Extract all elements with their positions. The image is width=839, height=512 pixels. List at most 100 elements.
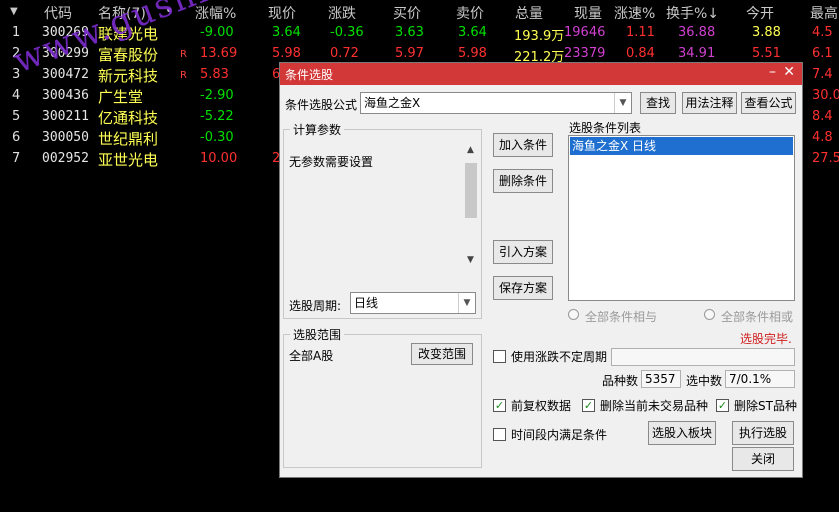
- col-header-cur-volume[interactable]: 现量: [574, 3, 602, 23]
- high-price: 4.5: [812, 25, 833, 40]
- row-index: 7: [12, 151, 21, 166]
- chevron-down-icon[interactable]: ▼: [614, 93, 631, 113]
- speed: 1.11: [626, 25, 655, 40]
- stock-name: 世纪鼎利: [98, 130, 159, 148]
- margin-flag: R: [180, 70, 187, 81]
- table-row[interactable]: 1 300269 联建光电 -9.00 3.64 -0.36 3.63 3.64…: [0, 23, 839, 44]
- change-range-button[interactable]: 改变范围: [411, 343, 473, 365]
- volume: 193.9万: [514, 29, 565, 44]
- col-header-price[interactable]: 现价: [268, 3, 296, 23]
- import-plan-button[interactable]: 引入方案: [493, 240, 553, 264]
- remove-st-checkbox[interactable]: ✓: [716, 399, 729, 412]
- range-group: 选股范围 全部A股 改变范围: [283, 326, 482, 468]
- scroll-down-icon[interactable]: ▼: [467, 255, 474, 265]
- variable-period-checkbox[interactable]: [493, 350, 506, 363]
- radio-and[interactable]: [568, 309, 579, 320]
- high-price: 7.4: [812, 67, 833, 82]
- col-header-high[interactable]: 最高: [810, 3, 838, 23]
- view-formula-button[interactable]: 查看公式: [741, 92, 796, 114]
- change-pct: -0.30: [200, 130, 234, 145]
- price: 3.64: [272, 25, 301, 40]
- change-pct: -2.90: [200, 88, 234, 103]
- turnover: 34.91: [678, 46, 716, 61]
- status-text: 选股完毕.: [740, 332, 792, 346]
- col-header-sell[interactable]: 卖价: [456, 3, 484, 23]
- col-header-volume[interactable]: 总量: [515, 3, 543, 23]
- variable-period-input[interactable]: [611, 348, 795, 366]
- col-header-change[interactable]: 涨跌: [328, 3, 356, 23]
- stock-name: 亿通科技: [98, 109, 159, 127]
- stock-name: 新元科技: [98, 67, 159, 85]
- forward-adjust-label: 前复权数据: [511, 399, 572, 413]
- params-group: 计算参数 无参数需要设置 ▲ ▼ 选股周期: 日线 ▼: [283, 121, 482, 319]
- dialog-title-bar[interactable]: 条件选股 – ✕: [280, 63, 802, 85]
- add-condition-button[interactable]: 加入条件: [493, 133, 553, 157]
- chevron-down-icon[interactable]: ▼: [458, 293, 475, 313]
- change: 0.72: [330, 46, 359, 61]
- stock-code: 300269: [42, 25, 89, 40]
- col-header-buy[interactable]: 买价: [393, 3, 421, 23]
- open-price: 5.51: [752, 46, 781, 61]
- row-index: 5: [12, 109, 21, 124]
- params-title: 计算参数: [290, 121, 345, 138]
- forward-adjust-checkbox[interactable]: ✓: [493, 399, 506, 412]
- remove-st-label: 删除ST品种: [734, 399, 797, 413]
- stock-code: 300211: [42, 109, 89, 124]
- current-volume: 23379: [564, 46, 606, 61]
- remove-untraded-label: 删除当前未交易品种: [600, 399, 709, 413]
- formula-select[interactable]: 海鱼之金X ▼: [360, 92, 632, 114]
- count-value: 5357: [641, 370, 681, 388]
- close-button[interactable]: 关闭: [732, 447, 794, 471]
- time-range-label: 时间段内满足条件: [511, 428, 608, 442]
- time-range-checkbox[interactable]: [493, 428, 506, 441]
- col-header-name[interactable]: 名称(7): [98, 3, 146, 23]
- save-plan-button[interactable]: 保存方案: [493, 276, 553, 300]
- close-icon[interactable]: ✕: [783, 64, 795, 80]
- scroll-thumb[interactable]: [465, 163, 477, 218]
- delete-condition-button[interactable]: 删除条件: [493, 169, 553, 193]
- current-volume: 19646: [564, 25, 606, 40]
- remove-untraded-checkbox[interactable]: ✓: [582, 399, 595, 412]
- stock-name: 亚世光电: [98, 151, 159, 169]
- change-pct: 10.00: [200, 151, 238, 166]
- row-index: 6: [12, 130, 21, 145]
- col-header-speed[interactable]: 涨速%: [614, 3, 655, 23]
- scroll-up-icon[interactable]: ▲: [467, 145, 474, 155]
- stock-code: 300436: [42, 88, 89, 103]
- period-label: 选股周期:: [289, 299, 342, 313]
- col-header-code[interactable]: 代码: [44, 3, 72, 23]
- high-price: 6.1: [812, 46, 833, 61]
- variable-period-label: 使用涨跌不定周期: [511, 350, 608, 364]
- speed: 0.84: [626, 46, 655, 61]
- turnover: 36.88: [678, 25, 716, 40]
- sort-arrow-icon[interactable]: ▼: [10, 6, 18, 17]
- stock-name: 广生堂: [98, 88, 144, 106]
- selected-label: 选中数: [686, 374, 723, 388]
- minimize-icon[interactable]: –: [769, 64, 776, 80]
- open-price: 3.88: [752, 25, 781, 40]
- range-value: 全部A股: [289, 349, 334, 363]
- save-to-block-button[interactable]: 选股入板块: [648, 421, 716, 445]
- col-header-open[interactable]: 今开: [746, 3, 774, 23]
- stock-name: 联建光电: [98, 25, 159, 43]
- stock-code: 300299: [42, 46, 89, 61]
- col-header-turnover[interactable]: 换手%↓: [666, 3, 719, 23]
- dialog-title: 条件选股: [285, 68, 334, 82]
- condition-list[interactable]: 海鱼之金X 日线: [568, 135, 795, 301]
- list-item[interactable]: 海鱼之金X 日线: [570, 137, 793, 155]
- usage-notes-button[interactable]: 用法注释: [682, 92, 737, 114]
- execute-button[interactable]: 执行选股: [732, 421, 794, 445]
- condition-list-title: 选股条件列表: [569, 121, 642, 135]
- ask-price: 5.98: [458, 46, 487, 61]
- formula-label: 条件选股公式: [285, 98, 358, 112]
- period-value: 日线: [354, 296, 379, 310]
- find-button[interactable]: 查找: [640, 92, 676, 114]
- stock-code: 300472: [42, 67, 89, 82]
- col-header-pct[interactable]: 涨幅%: [195, 3, 236, 23]
- params-scrollbar[interactable]: ▲ ▼: [464, 145, 478, 265]
- radio-and-label: 全部条件相与: [585, 310, 658, 324]
- radio-or[interactable]: [704, 309, 715, 320]
- period-select[interactable]: 日线 ▼: [350, 292, 476, 314]
- selected-value: 7/0.1%: [725, 370, 795, 388]
- change: -0.36: [330, 25, 364, 40]
